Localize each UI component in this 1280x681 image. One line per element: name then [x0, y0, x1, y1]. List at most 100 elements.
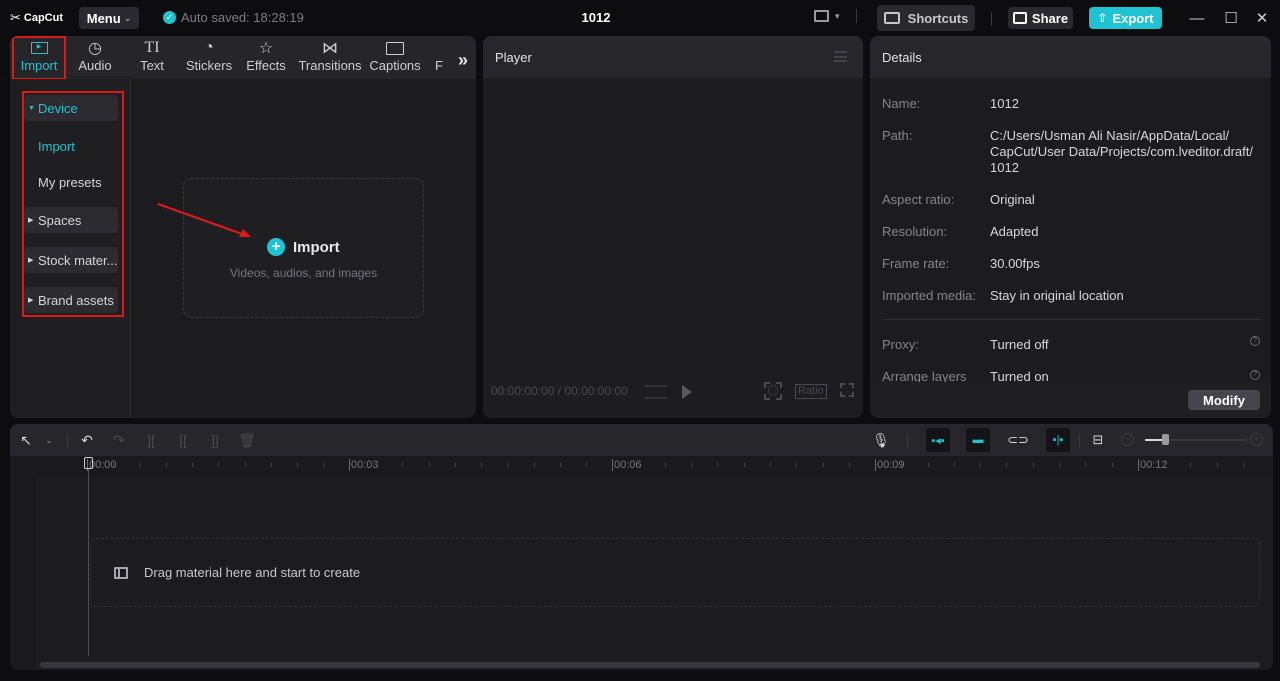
redo-icon[interactable]: ↷	[110, 431, 128, 449]
detail-value: Adapted	[990, 224, 1039, 239]
tab-captions[interactable]: Captions	[368, 38, 422, 78]
tab-transitions[interactable]: ⋈ Transitions	[298, 38, 362, 78]
help-icon[interactable]: ?	[1250, 370, 1260, 380]
minimize-button[interactable]: —	[1188, 9, 1206, 27]
timeline-ruler[interactable]: 00:00 00:03 00:06 00:09 00:12	[10, 456, 1273, 476]
auto-snapping-icon[interactable]: ▬	[966, 428, 990, 452]
autosave-status: ✓ Auto saved: 18:28:19	[163, 10, 304, 25]
keyboard-icon	[883, 12, 900, 24]
share-button[interactable]: Share	[1008, 7, 1073, 29]
detail-value: 1012	[990, 96, 1019, 111]
tab-audio[interactable]: ◷ Audio	[72, 38, 118, 78]
divider	[882, 319, 1261, 320]
help-icon[interactable]: ?	[1250, 336, 1260, 346]
delete-left-icon[interactable]: [[	[174, 431, 192, 449]
layout-icon	[814, 10, 829, 22]
zoom-out-icon[interactable]: −	[1121, 433, 1134, 446]
tab-stickers[interactable]: ◔ Stickers	[184, 38, 234, 78]
annotation-highlight-box	[22, 91, 124, 317]
text-icon: TI	[144, 39, 160, 56]
main-track-dropzone[interactable]: Drag material here and start to create	[90, 538, 1260, 607]
ratio-button[interactable]: Ratio	[795, 384, 827, 399]
split-icon[interactable]: ][	[142, 431, 160, 449]
import-dropzone[interactable]: + Import Videos, audios, and images	[183, 178, 424, 318]
ruler-tick	[139, 462, 141, 467]
ruler-label: 00:06	[612, 459, 642, 471]
delete-right-icon[interactable]: ]]	[206, 431, 224, 449]
share-label: Share	[1031, 10, 1069, 26]
maximize-button[interactable]: ☐	[1222, 9, 1240, 27]
player-panel: Player 00:00:00:00 / 00:00:00:00 ◯ Ratio	[483, 36, 863, 418]
undo-icon[interactable]: ↶	[78, 431, 96, 449]
ruler-tick	[1111, 462, 1113, 467]
ruler-tick	[770, 462, 772, 467]
horizontal-scrollbar[interactable]	[40, 662, 1260, 668]
preview-axis-icon[interactable]: ▪|▪	[1046, 428, 1070, 452]
project-title: 1012	[581, 10, 611, 25]
tab-label: Stickers	[185, 58, 233, 73]
effects-icon: ☆	[258, 40, 274, 57]
hamburger-menu-icon[interactable]	[834, 51, 847, 62]
main-track-magnet-icon[interactable]: ▪◂▪	[926, 428, 950, 452]
ruler-tick	[507, 462, 509, 467]
tab-label: Effects	[246, 58, 286, 73]
detail-value: C:/Users/Usman Ali Nasir/AppData/Local/ …	[990, 128, 1253, 175]
ruler-tick	[323, 462, 325, 467]
player-title: Player	[495, 49, 532, 65]
timeline-zoom-slider[interactable]	[1145, 434, 1247, 445]
details-title: Details	[882, 49, 922, 65]
stickers-icon: ◔	[204, 39, 214, 56]
modify-button[interactable]: Modify	[1188, 390, 1260, 410]
zoom-fit-icon[interactable]: ◯	[764, 382, 782, 400]
chevron-down-icon[interactable]: ⌄	[40, 431, 58, 449]
playhead-handle[interactable]	[84, 457, 93, 469]
more-tabs-icon[interactable]: »	[458, 50, 468, 71]
ruler-tick	[1216, 462, 1218, 467]
select-cursor-icon[interactable]: ↖	[17, 431, 35, 449]
ruler-tick	[717, 462, 719, 467]
detail-label: Aspect ratio:	[882, 192, 955, 207]
player-timecode: 00:00:00:00 / 00:00:00:00	[491, 384, 628, 398]
ruler-tick	[638, 462, 640, 467]
play-icon[interactable]	[682, 385, 692, 399]
divider	[67, 434, 68, 448]
ruler-label: 00:03	[349, 459, 379, 471]
layout-button[interactable]: ▾	[814, 9, 857, 23]
detail-value: Original	[990, 192, 1035, 207]
timeline-zoom-fit-icon[interactable]: ⊟	[1089, 431, 1107, 449]
ruler-tick	[1190, 462, 1192, 467]
ruler-tick	[1006, 462, 1008, 467]
divider	[991, 12, 992, 26]
tab-text[interactable]: TI Text	[134, 38, 170, 78]
share-video-icon	[1012, 12, 1027, 24]
zoom-slider-handle[interactable]	[1162, 434, 1170, 445]
microphone-icon[interactable]: 🎙	[872, 431, 890, 449]
menu-button[interactable]: Menu ⌄	[79, 7, 139, 29]
ruler-tick	[1242, 462, 1244, 467]
import-button[interactable]: + Import	[267, 238, 340, 256]
media-tabbar: ▶ Import ◷ Audio TI Text ◔ Stickers ☆ Ef…	[10, 36, 476, 80]
tab-filters[interactable]: F	[432, 38, 446, 78]
export-button[interactable]: ⇧ Export	[1089, 7, 1162, 29]
link-icon[interactable]: ⊂⊃	[1007, 431, 1029, 449]
track-hint: Drag material here and start to create	[114, 565, 360, 580]
ruler-tick	[375, 462, 377, 467]
timeline-grid-icon[interactable]	[645, 385, 667, 399]
detail-label: Imported media:	[882, 288, 976, 303]
import-label: Import	[293, 238, 340, 256]
media-panel: ▶ Import ◷ Audio TI Text ◔ Stickers ☆ Ef…	[10, 36, 476, 418]
tab-label: F	[435, 58, 443, 73]
zoom-in-icon[interactable]: +	[1250, 433, 1263, 446]
tab-effects[interactable]: ☆ Effects	[244, 38, 288, 78]
tab-import[interactable]: ▶ Import	[12, 36, 66, 80]
fullscreen-icon[interactable]	[840, 383, 854, 397]
shortcuts-button[interactable]: Shortcuts	[877, 5, 975, 31]
tab-label: Audio	[78, 58, 112, 73]
track-header-gutter	[10, 476, 38, 670]
transitions-icon: ⋈	[322, 40, 338, 57]
title-bar: ✂ CapCut Menu ⌄ ✓ Auto saved: 18:28:19 1…	[0, 0, 1280, 36]
details-footer: Modify	[870, 382, 1271, 418]
capcut-logo: ✂ CapCut	[10, 10, 63, 26]
delete-icon[interactable]: 🗑	[238, 431, 256, 449]
close-button[interactable]: ✕	[1253, 9, 1271, 27]
